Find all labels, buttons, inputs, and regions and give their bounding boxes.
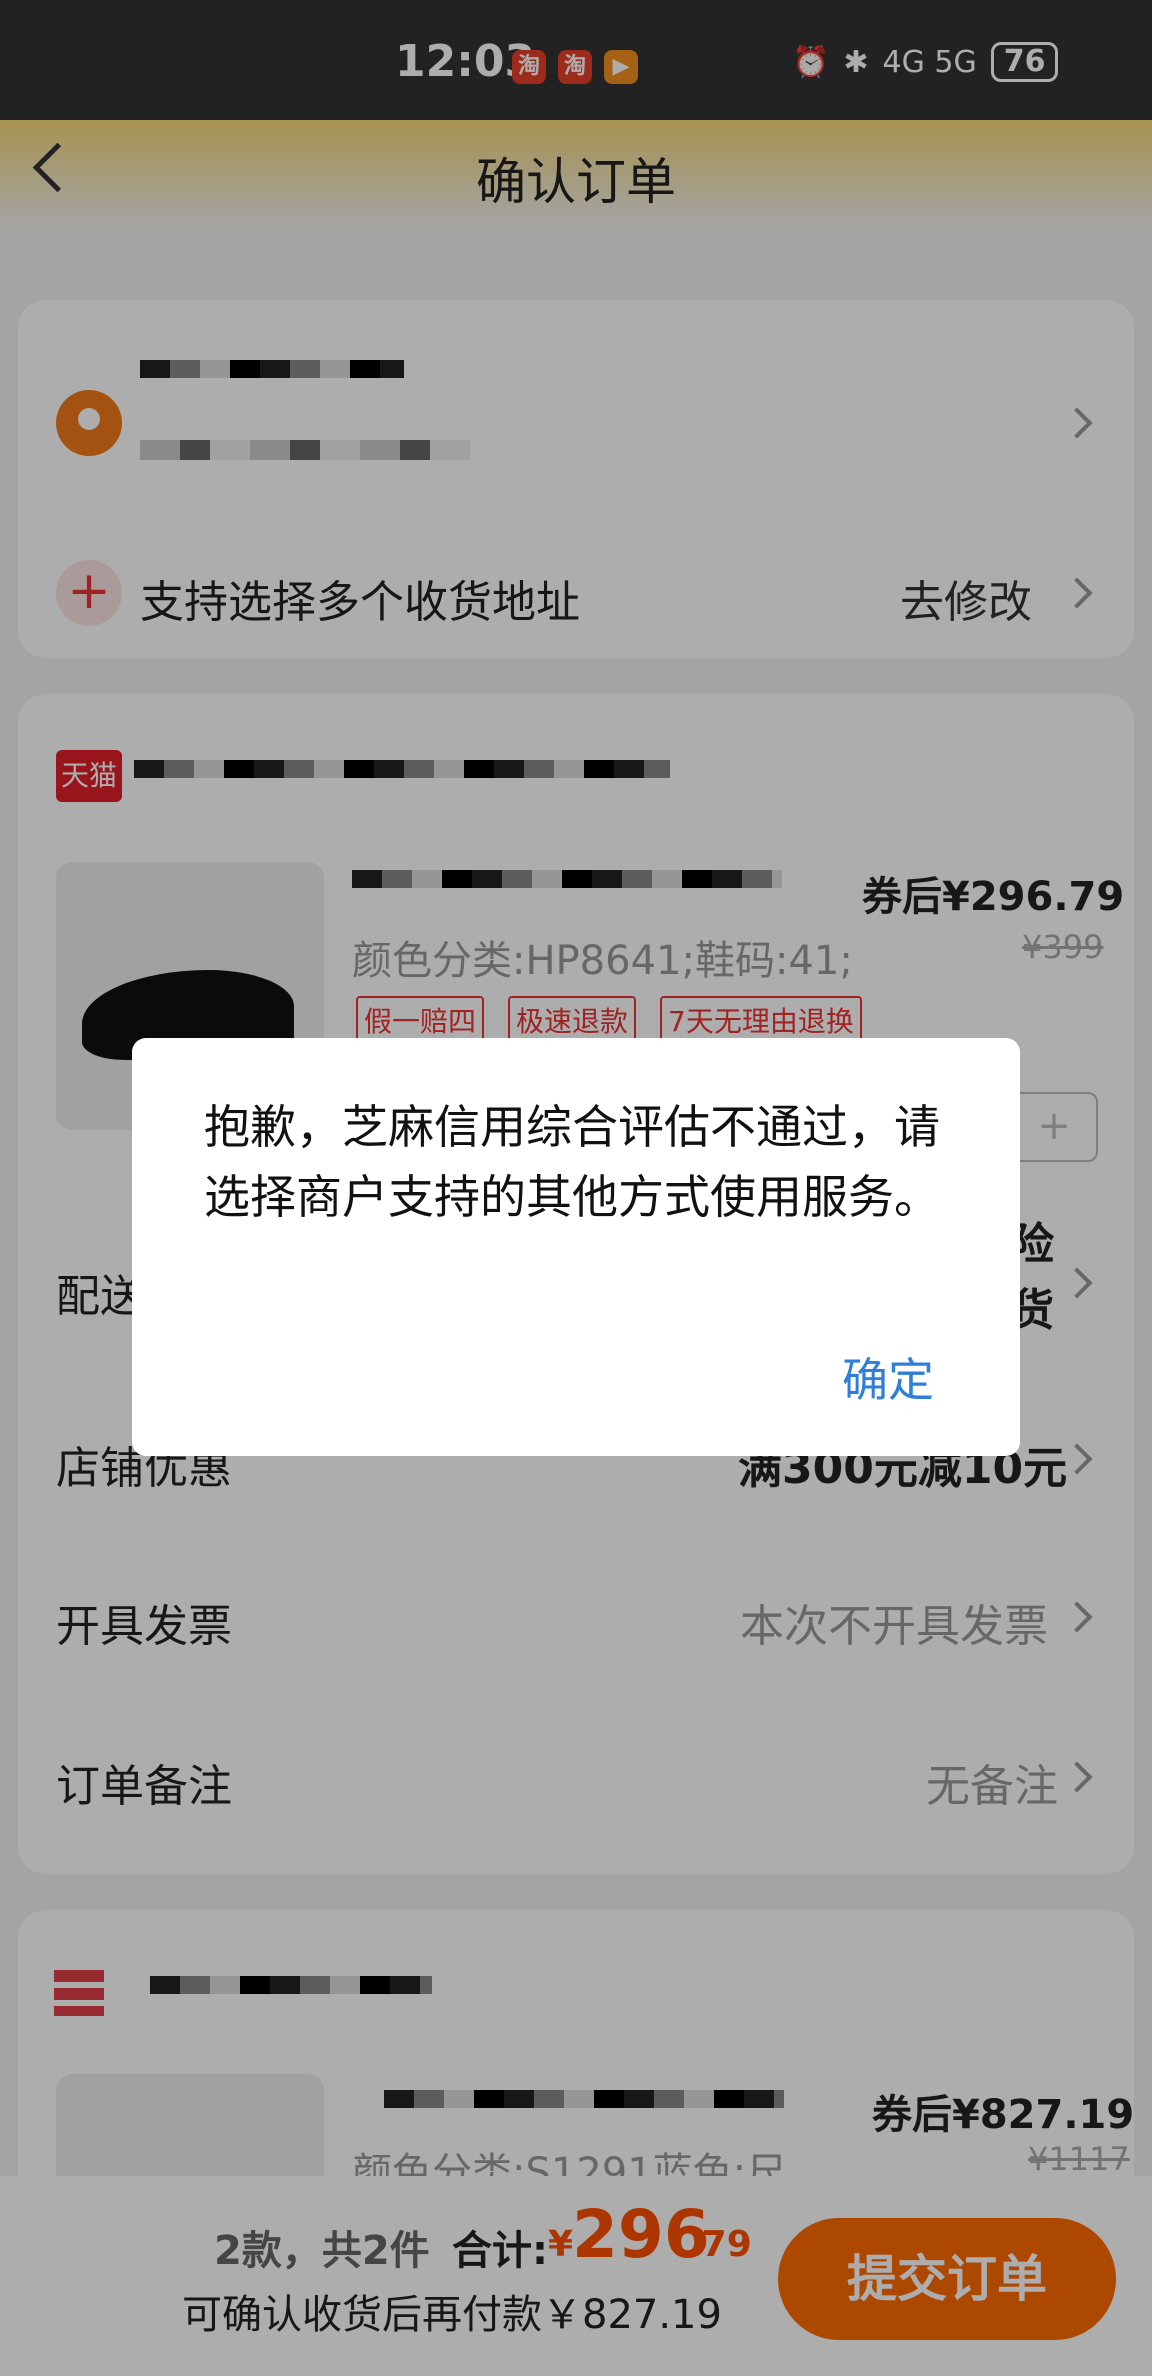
alert-dialog: 抱歉，芝麻信用综合评估不通过，请选择商户支持的其他方式使用服务。 确定 (132, 1038, 1020, 1456)
confirm-button[interactable]: 确定 (842, 1344, 934, 1410)
dialog-message: 抱歉，芝麻信用综合评估不通过，请选择商户支持的其他方式使用服务。 (204, 1100, 940, 1224)
